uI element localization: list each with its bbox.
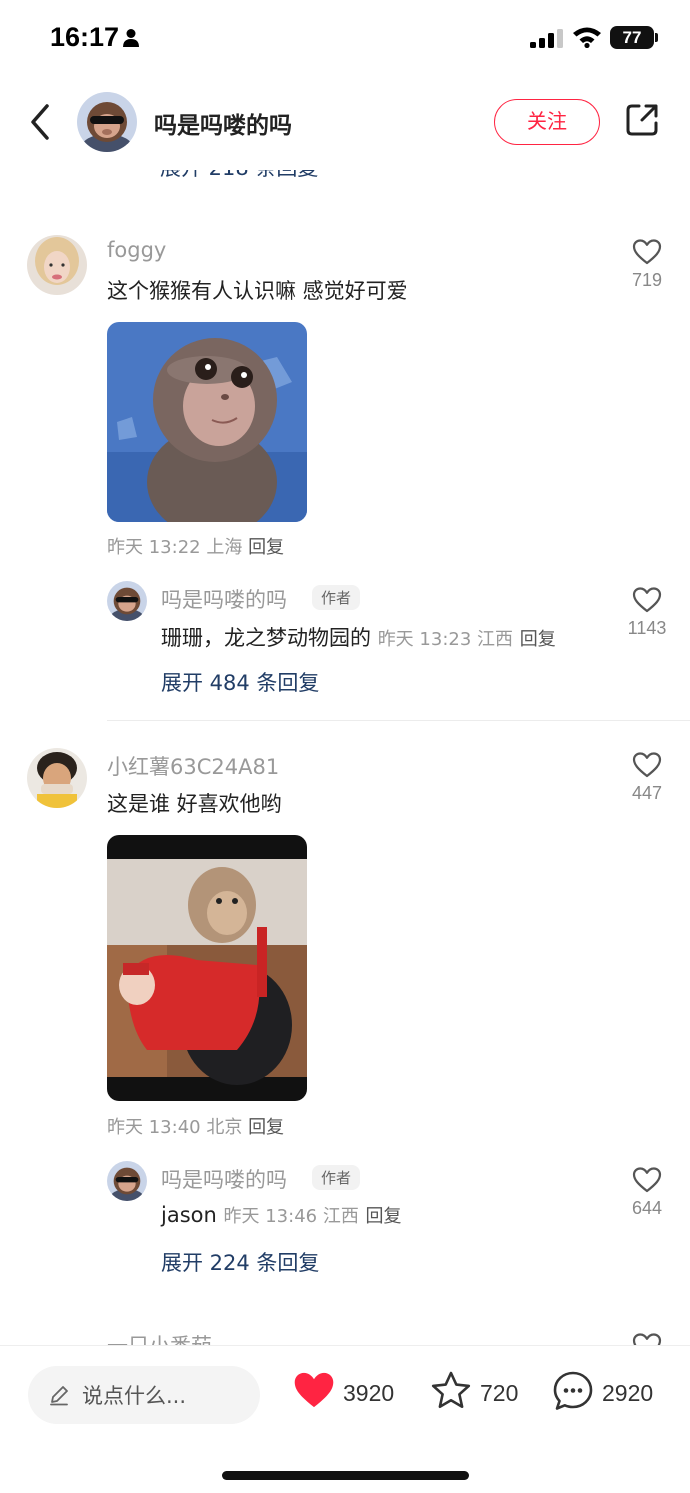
like-action[interactable]: 3920 bbox=[292, 1370, 412, 1420]
user-avatar[interactable] bbox=[27, 748, 87, 808]
heart-outline-icon bbox=[632, 239, 662, 265]
author-reply-avatar[interactable] bbox=[107, 581, 147, 621]
comment-input[interactable]: 说点什么... bbox=[28, 1366, 260, 1424]
monkey-avatar-image bbox=[77, 92, 137, 152]
reply-text: 珊珊，龙之梦动物园的 bbox=[161, 626, 371, 650]
comment-username[interactable]: 小红薯63C24A81 bbox=[107, 751, 279, 781]
like-count: 1143 bbox=[627, 618, 667, 638]
like-total: 3920 bbox=[343, 1380, 395, 1406]
reply-username[interactable]: 吗是吗喽的吗 bbox=[161, 584, 287, 614]
comment-input-placeholder: 说点什么... bbox=[82, 1384, 187, 1408]
author-badge: 作者 bbox=[312, 1165, 361, 1190]
person-icon bbox=[123, 29, 139, 47]
status-bar: 16:17 77 bbox=[0, 0, 690, 78]
status-time: 16:17 bbox=[50, 22, 120, 52]
user-avatar-image bbox=[27, 235, 87, 295]
comment-image[interactable] bbox=[107, 322, 307, 522]
chat-bubble-icon bbox=[553, 1371, 593, 1410]
author-badge: 作者 bbox=[312, 585, 361, 610]
reply-like[interactable]: 1143 bbox=[617, 586, 677, 639]
user-avatar-image bbox=[27, 748, 87, 808]
expand-replies-button[interactable]: 展开 484 条回复 bbox=[161, 667, 319, 697]
comment-text: 这个猴猴有人认识嘛 感觉好可爱 bbox=[107, 279, 408, 303]
comment-time-location: 昨天 13:22 上海 bbox=[107, 537, 243, 558]
user-avatar[interactable] bbox=[27, 235, 87, 295]
battery-tip bbox=[655, 33, 658, 42]
like-count: 447 bbox=[631, 783, 663, 803]
comment-like[interactable]: 447 bbox=[617, 751, 677, 804]
like-count: 719 bbox=[631, 270, 663, 290]
home-indicator[interactable] bbox=[222, 1471, 469, 1480]
follow-button[interactable]: 关注 bbox=[494, 99, 600, 145]
author-reply-avatar[interactable] bbox=[107, 1161, 147, 1201]
comment-meta: 昨天 13:40 北京 回复 bbox=[107, 1113, 284, 1139]
reply-text: jason bbox=[161, 1203, 217, 1227]
reply-button[interactable]: 回复 bbox=[248, 537, 284, 558]
collect-action[interactable]: 720 bbox=[430, 1370, 530, 1420]
heart-outline-icon bbox=[632, 752, 662, 778]
expand-replies-button[interactable]: 展开 224 条回复 bbox=[161, 1247, 319, 1277]
comment-divider bbox=[107, 720, 690, 721]
like-count: 644 bbox=[631, 1198, 663, 1218]
comment-total: 2920 bbox=[602, 1380, 654, 1406]
monkey-backpack-photo bbox=[107, 835, 307, 1101]
comment-username[interactable]: foggy bbox=[107, 238, 166, 262]
reply-time-location: 昨天 13:23 江西 bbox=[377, 629, 514, 650]
comment-image[interactable] bbox=[107, 835, 307, 1101]
star-outline-icon bbox=[431, 1371, 471, 1408]
reply-text-line: jason 昨天 13:46 江西 回复 bbox=[161, 1202, 402, 1228]
share-icon[interactable] bbox=[624, 102, 660, 138]
author-name[interactable]: 吗是吗喽的吗 bbox=[154, 106, 292, 140]
comment-text: 这是谁 好喜欢他哟 bbox=[107, 792, 282, 816]
pencil-icon bbox=[50, 1386, 68, 1406]
reply-button[interactable]: 回复 bbox=[520, 629, 556, 650]
comment-like[interactable]: 719 bbox=[617, 238, 677, 291]
reply-button[interactable]: 回复 bbox=[366, 1206, 402, 1227]
monkey-photo bbox=[107, 322, 307, 522]
reply-text-line: 珊珊，龙之梦动物园的 昨天 13:23 江西 回复 bbox=[161, 622, 556, 652]
monkey-avatar-image bbox=[107, 581, 147, 621]
comment-action[interactable]: 2920 bbox=[552, 1370, 672, 1420]
battery-indicator: 77 bbox=[610, 26, 654, 49]
collect-total: 720 bbox=[480, 1380, 519, 1406]
comment-time-location: 昨天 13:40 北京 bbox=[107, 1117, 243, 1138]
reply-like[interactable]: 644 bbox=[617, 1166, 677, 1219]
monkey-avatar-image bbox=[107, 1161, 147, 1201]
reply-username[interactable]: 吗是吗喽的吗 bbox=[161, 1164, 287, 1194]
heart-outline-icon bbox=[632, 1167, 662, 1193]
cellular-signal-icon bbox=[530, 29, 563, 48]
reply-time-location: 昨天 13:46 江西 bbox=[223, 1206, 359, 1227]
wifi-icon bbox=[573, 27, 601, 48]
heart-outline-icon bbox=[632, 587, 662, 613]
heart-filled-icon bbox=[294, 1372, 334, 1408]
post-header: 吗是吗喽的吗 关注 bbox=[0, 78, 690, 170]
author-avatar[interactable] bbox=[77, 92, 137, 152]
reply-button[interactable]: 回复 bbox=[248, 1117, 284, 1138]
comment-meta: 昨天 13:22 上海 回复 bbox=[107, 533, 284, 559]
back-arrow-icon[interactable] bbox=[26, 100, 56, 144]
